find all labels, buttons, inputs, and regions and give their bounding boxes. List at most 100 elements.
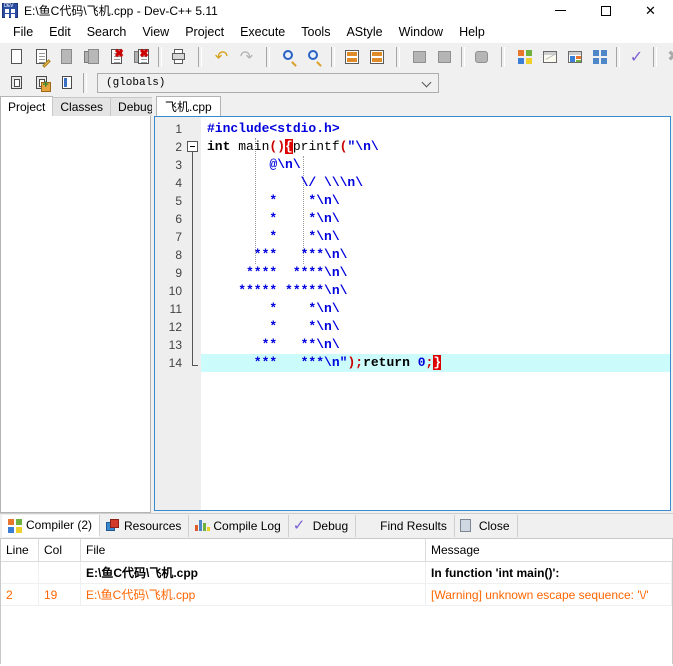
code-line-10: ***** *****\n\ (207, 283, 348, 298)
goto-line-icon[interactable] (339, 45, 364, 69)
minimize-button[interactable] (538, 0, 583, 21)
close-file-icon[interactable]: ✖ (104, 45, 129, 69)
menu-execute[interactable]: Execute (232, 23, 293, 41)
code-editor[interactable]: 1 2 3 4 5 6 7 8 9 10 11 12 13 14 #includ… (154, 116, 671, 511)
cell-line: 2 (1, 584, 39, 605)
code-line-8: *** ***\n\ (207, 247, 348, 262)
bottom-panel-tabs: Compiler (2) Resources Compile Log ✓ Deb… (0, 514, 673, 538)
project-tree[interactable] (0, 116, 151, 513)
cell-col: 19 (39, 584, 81, 605)
menu-project[interactable]: Project (177, 23, 232, 41)
line-number: 2 (175, 140, 182, 154)
compiler-icon (6, 517, 22, 533)
chevron-down-icon (423, 78, 432, 87)
column-header-line[interactable]: Line (1, 539, 39, 561)
find-results-icon (360, 518, 376, 534)
editor-tab-feiji-cpp[interactable]: 飞机.cpp (156, 96, 221, 116)
redo-icon: ↷ (239, 46, 254, 66)
menu-window[interactable]: Window (391, 23, 451, 41)
close-button[interactable]: ✕ (628, 0, 673, 21)
tab-debug-label: Debug (312, 519, 349, 533)
forward-nav-icon (432, 45, 457, 69)
line-number: 1 (175, 122, 182, 136)
tab-compiler[interactable]: Compiler (2) (2, 515, 101, 537)
tab-find-results[interactable]: Find Results (356, 515, 455, 537)
compile-run-icon[interactable] (562, 45, 587, 69)
devcpp-icon: DEV (2, 3, 18, 18)
code-line-6: * *\n\ (207, 211, 340, 226)
menu-edit[interactable]: Edit (41, 23, 79, 41)
scope-combobox[interactable]: (globals) (97, 73, 439, 93)
code-content[interactable]: #include<stdio.h> int main(){printf("\n\… (201, 117, 670, 510)
menu-help[interactable]: Help (451, 23, 493, 41)
add-to-project-icon[interactable] (29, 71, 54, 95)
table-row[interactable]: 2 19 E:\鱼C代码\飞机.cpp [Warning] unknown es… (1, 584, 672, 606)
title-bar: DEV E:\鱼C代码\飞机.cpp - Dev-C++ 5.11 ✕ (0, 0, 673, 21)
editor-panel: 飞机.cpp 1 2 3 4 5 6 7 8 9 10 11 12 13 14 (152, 96, 673, 513)
print-icon[interactable] (166, 45, 191, 69)
menu-search[interactable]: Search (79, 23, 135, 41)
line-number: 6 (175, 212, 182, 226)
rebuild-all-icon[interactable] (587, 45, 612, 69)
tab-resources-label: Resources (124, 519, 182, 533)
tab-compile-log[interactable]: Compile Log (189, 515, 289, 537)
toolbar-separator (501, 46, 505, 67)
tab-debug-output[interactable]: ✓ Debug (289, 515, 357, 537)
toolbar-separator (653, 46, 657, 67)
table-row[interactable]: E:\鱼C代码\飞机.cpp In function 'int main()': (1, 562, 672, 584)
code-line-11: * *\n\ (207, 301, 340, 316)
tab-resources[interactable]: Resources (100, 515, 190, 537)
scope-combobox-value: (globals) (106, 77, 166, 89)
code-line-1: #include<stdio.h> (207, 121, 340, 136)
tab-classes[interactable]: Classes (52, 97, 112, 116)
maximize-button[interactable] (583, 0, 628, 21)
menu-file[interactable]: File (5, 23, 41, 41)
code-fold-column[interactable] (185, 117, 201, 510)
line-number: 13 (168, 338, 182, 352)
fold-range-line (192, 152, 198, 366)
tab-project[interactable]: Project (0, 96, 54, 116)
compiler-output-grid[interactable]: Line Col File Message E:\鱼C代码\飞机.cpp In … (0, 538, 673, 664)
project-options-icon[interactable] (54, 71, 79, 95)
new-project-icon[interactable] (4, 71, 29, 95)
close-all-icon[interactable]: ✖ (129, 45, 154, 69)
column-header-col[interactable]: Col (39, 539, 81, 561)
tab-compiler-label: Compiler (2) (26, 518, 93, 532)
undo-icon[interactable]: ↶ (209, 45, 234, 69)
tab-find-results-label: Find Results (380, 519, 447, 533)
code-line-14: *** ***\n");return 0;} (201, 354, 670, 372)
tab-close-label: Close (478, 519, 510, 533)
window-title: E:\鱼C代码\飞机.cpp - Dev-C++ 5.11 (24, 4, 218, 18)
tab-compile-log-label: Compile Log (213, 519, 281, 533)
fold-collapse-icon[interactable] (187, 141, 198, 152)
tab-close-panel[interactable]: ✖ Close (455, 515, 518, 537)
menu-view[interactable]: View (134, 23, 177, 41)
run-icon[interactable] (537, 45, 562, 69)
cell-message: In function 'int main()': (426, 562, 672, 583)
grid-header-row: Line Col File Message (1, 539, 672, 562)
line-number: 3 (175, 158, 182, 172)
close-red-icon: ✖ (459, 518, 475, 534)
line-number: 9 (175, 266, 182, 280)
cell-col (39, 562, 81, 583)
left-panel-tabs: Project Classes Debug (0, 96, 162, 116)
menu-tools[interactable]: Tools (293, 23, 338, 41)
matching-brace-highlight: { (285, 139, 293, 154)
code-line-9: **** ****\n\ (207, 265, 348, 280)
find-icon[interactable] (277, 45, 302, 69)
column-header-message[interactable]: Message (426, 539, 672, 561)
cursor-brace-highlight: } (433, 355, 442, 370)
new-file-icon[interactable] (4, 45, 29, 69)
column-header-file[interactable]: File (81, 539, 426, 561)
cell-message: [Warning] unknown escape sequence: '\/' (426, 584, 672, 605)
replace-icon[interactable] (302, 45, 327, 69)
toolbar-separator (396, 46, 400, 67)
open-file-icon[interactable] (29, 45, 54, 69)
syntax-check-icon[interactable]: ✓ (624, 45, 649, 69)
bottom-panel: Compiler (2) Resources Compile Log ✓ Deb… (0, 513, 673, 664)
menu-astyle[interactable]: AStyle (338, 23, 390, 41)
goto-function-icon[interactable] (364, 45, 389, 69)
resources-icon (104, 518, 120, 534)
code-line-12: * *\n\ (207, 319, 340, 334)
compile-icon[interactable] (512, 45, 537, 69)
